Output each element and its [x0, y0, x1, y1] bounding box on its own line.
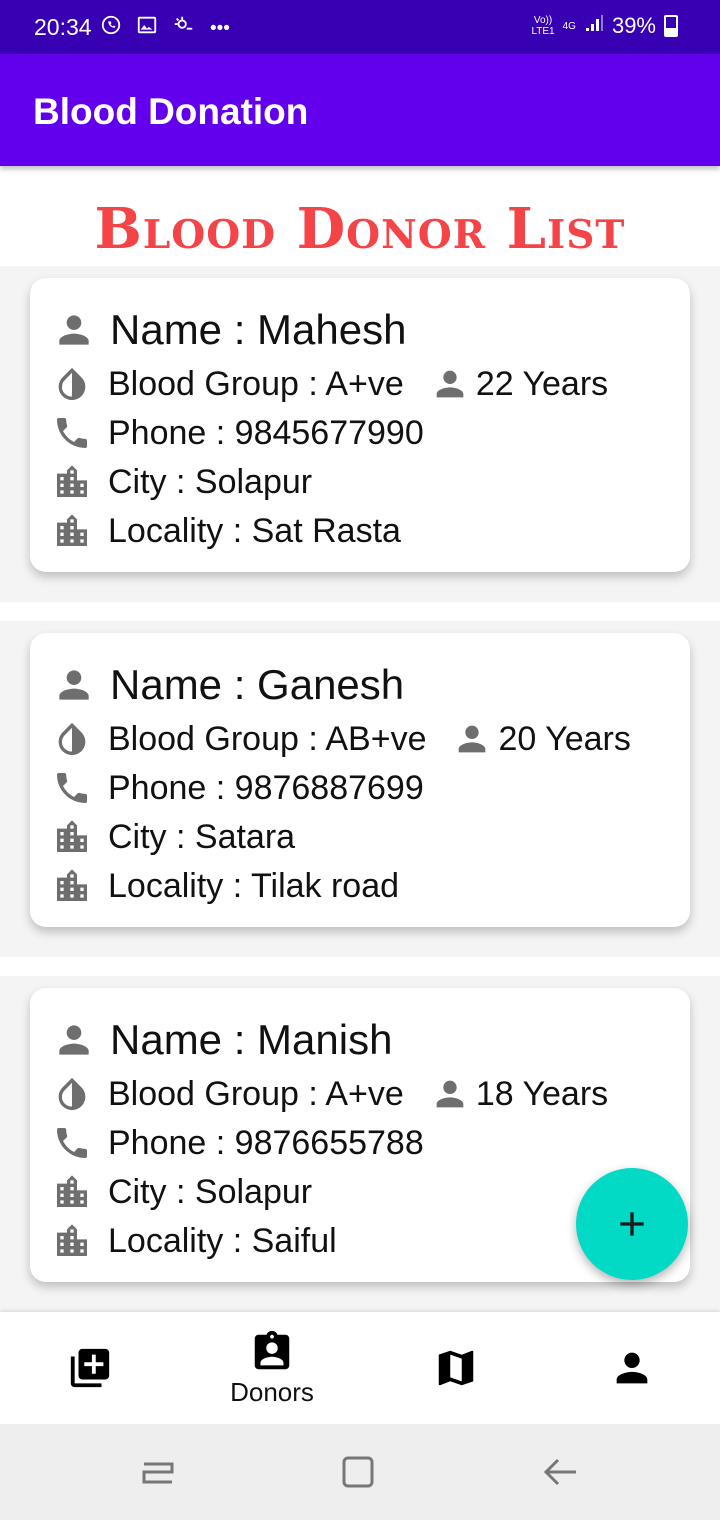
- city-icon: [52, 1221, 92, 1261]
- donor-blood-group-row: Blood Group : A+ve 22 Years: [52, 364, 608, 404]
- battery-icon: [664, 15, 678, 37]
- donor-phone: Phone : 9845677990: [108, 413, 424, 452]
- phone-icon: [52, 1123, 92, 1163]
- donor-name-row: Name : Manish: [52, 1016, 392, 1064]
- donor-city: City : Solapur: [108, 1172, 313, 1211]
- city-icon: [52, 817, 92, 857]
- home-button[interactable]: [336, 1450, 380, 1494]
- nav-label-donors: Donors: [230, 1376, 314, 1407]
- donor-blood-group: Blood Group : A+ve: [108, 1074, 404, 1113]
- recent-apps-icon: [142, 1462, 174, 1484]
- donor-phone: Phone : 9876887699: [108, 768, 424, 807]
- assignment-ind-icon: [249, 1329, 295, 1375]
- blood-drop-icon: [52, 719, 92, 759]
- battery-percent: 39%: [611, 13, 656, 38]
- nav-item-profile[interactable]: [542, 1312, 720, 1424]
- donor-locality-row: Locality : Saiful: [52, 1221, 337, 1261]
- weather-icon: [172, 14, 196, 43]
- city-icon: [52, 866, 92, 906]
- donor-city: City : Solapur: [108, 462, 313, 501]
- gallery-icon: [136, 14, 158, 43]
- nav-item-add[interactable]: [0, 1312, 180, 1424]
- nav-item-map[interactable]: [366, 1312, 546, 1424]
- person-icon: [430, 364, 470, 404]
- plus-icon: [612, 1204, 652, 1244]
- donor-blood-group-row: Blood Group : A+ve 18 Years: [52, 1074, 608, 1114]
- donor-phone-row: Phone : 9876655788: [52, 1123, 424, 1163]
- person-icon: [52, 1018, 96, 1062]
- donor-age: 20 Years: [452, 719, 631, 759]
- donor-blood-group: Blood Group : AB+ve: [108, 719, 427, 758]
- donor-name: Name : Mahesh: [110, 306, 407, 353]
- status-time: 20:34: [34, 14, 92, 40]
- phone-icon: [52, 413, 92, 453]
- donor-city-row: City : Solapur: [52, 462, 312, 502]
- person-icon: [609, 1345, 655, 1391]
- person-icon: [430, 1074, 470, 1114]
- donor-locality-row: Locality : Tilak road: [52, 866, 399, 906]
- donor-age-value: 18 Years: [475, 1074, 609, 1113]
- donor-blood-group: Blood Group : A+ve: [108, 364, 404, 403]
- donor-name-row: Name : Mahesh: [52, 306, 406, 354]
- donor-blood-group-row: Blood Group : AB+ve 20 Years: [52, 719, 631, 759]
- app-bar: Blood Donation: [0, 54, 720, 166]
- blood-drop-icon: [52, 364, 92, 404]
- donor-age: 18 Years: [430, 1074, 608, 1114]
- network-type-icon: 4G: [562, 20, 576, 32]
- donor-phone: Phone : 9876655788: [108, 1123, 424, 1162]
- person-icon: [452, 719, 492, 759]
- donor-locality-row: Locality : Sat Rasta: [52, 511, 401, 551]
- add-donor-fab[interactable]: [576, 1168, 688, 1280]
- donor-city-row: City : Solapur: [52, 1172, 312, 1212]
- person-icon: [52, 663, 96, 707]
- back-button[interactable]: [538, 1450, 582, 1494]
- donor-age: 22 Years: [430, 364, 608, 404]
- city-icon: [52, 462, 92, 502]
- city-icon: [52, 1172, 92, 1212]
- donor-name: Name : Ganesh: [110, 661, 405, 708]
- donor-card[interactable]: Name : Ganesh Blood Group : AB+ve 20 Yea…: [30, 633, 690, 927]
- app-title: Blood Donation: [33, 91, 309, 132]
- donor-name: Name : Manish: [110, 1016, 393, 1063]
- status-bar: 20:34 ••• Vo)) LTE1 4G 39%: [0, 0, 720, 54]
- more-notifications-icon: •••: [210, 17, 230, 39]
- recent-apps-button[interactable]: [136, 1450, 180, 1494]
- page-title: Blood Donor List: [94, 196, 626, 262]
- donor-age-value: 22 Years: [475, 364, 609, 403]
- donor-locality: Locality : Tilak road: [108, 866, 400, 905]
- phone-icon: [52, 768, 92, 808]
- donor-locality: Locality : Saiful: [108, 1221, 337, 1260]
- list-item: Name : Ganesh Blood Group : AB+ve 20 Yea…: [0, 621, 720, 957]
- donor-phone-row: Phone : 9876887699: [52, 768, 424, 808]
- donor-phone-row: Phone : 9845677990: [52, 413, 424, 453]
- whatsapp-icon: [100, 14, 122, 43]
- donor-city-row: City : Satara: [52, 817, 295, 857]
- volte-icon: Vo)) LTE1: [531, 15, 555, 37]
- home-icon: [342, 1456, 374, 1488]
- donor-city: City : Satara: [108, 817, 296, 856]
- back-arrow-icon: [543, 1458, 576, 1486]
- add-box-icon: [67, 1345, 113, 1391]
- donor-card[interactable]: Name : Mahesh Blood Group : A+ve 22 Year…: [30, 278, 690, 572]
- donor-age-value: 20 Years: [498, 719, 631, 758]
- system-nav-bar: [0, 1424, 720, 1520]
- donor-name-row: Name : Ganesh: [52, 661, 404, 709]
- person-icon: [52, 308, 96, 352]
- bottom-nav: Donors: [0, 1312, 720, 1424]
- donor-locality: Locality : Sat Rasta: [108, 511, 401, 550]
- list-item: Name : Mahesh Blood Group : A+ve 22 Year…: [0, 266, 720, 602]
- nav-item-donors[interactable]: Donors: [182, 1312, 362, 1424]
- blood-drop-icon: [52, 1074, 92, 1114]
- city-icon: [52, 511, 92, 551]
- map-icon: [433, 1345, 479, 1391]
- signal-icon: [584, 13, 604, 39]
